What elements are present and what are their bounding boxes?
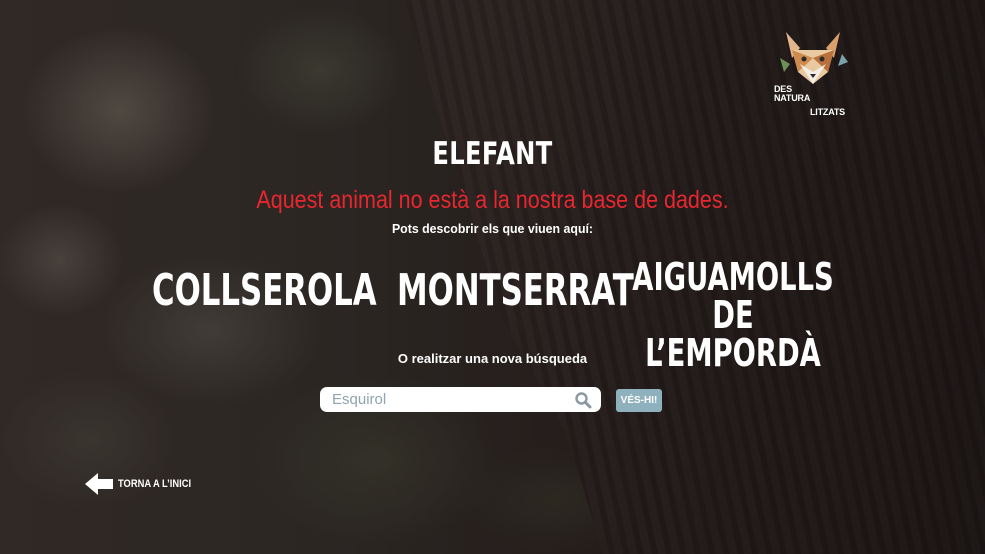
go-button[interactable]: VÉS-HI! — [616, 389, 662, 412]
back-to-home-label: TORNA A L’INICI — [118, 478, 192, 490]
search-box — [320, 387, 601, 412]
back-to-home-link[interactable]: TORNA A L’INICI — [85, 472, 204, 496]
place-link-collserola[interactable]: COLLSEROLA — [152, 269, 377, 313]
desnaturalitzats-logo[interactable]: DES NATURA LITZATS — [772, 28, 854, 120]
search-input[interactable] — [332, 389, 562, 409]
landing-screen: DES NATURA LITZATS ELEFANT Aquest animal… — [0, 0, 985, 554]
logo-text-line3: LITZATS — [810, 107, 845, 117]
new-search-prompt: O realitzar una nova búsqueda — [397, 351, 588, 366]
not-found-message: Aquest animal no està a la nostra base d… — [256, 186, 729, 214]
searched-animal-title: ELEFANT — [432, 136, 553, 172]
place-label-line1: AIGUAMOLLS — [632, 255, 834, 299]
discover-prompt: Pots descobrir els que viuen aquí: — [391, 221, 594, 236]
arrow-left-icon — [85, 473, 113, 495]
place-link-montserrat[interactable]: MONTSERRAT — [397, 269, 634, 313]
search-icon[interactable] — [574, 391, 592, 409]
fox-icon — [780, 32, 848, 84]
logo-text-line2: NATURA — [774, 93, 811, 103]
